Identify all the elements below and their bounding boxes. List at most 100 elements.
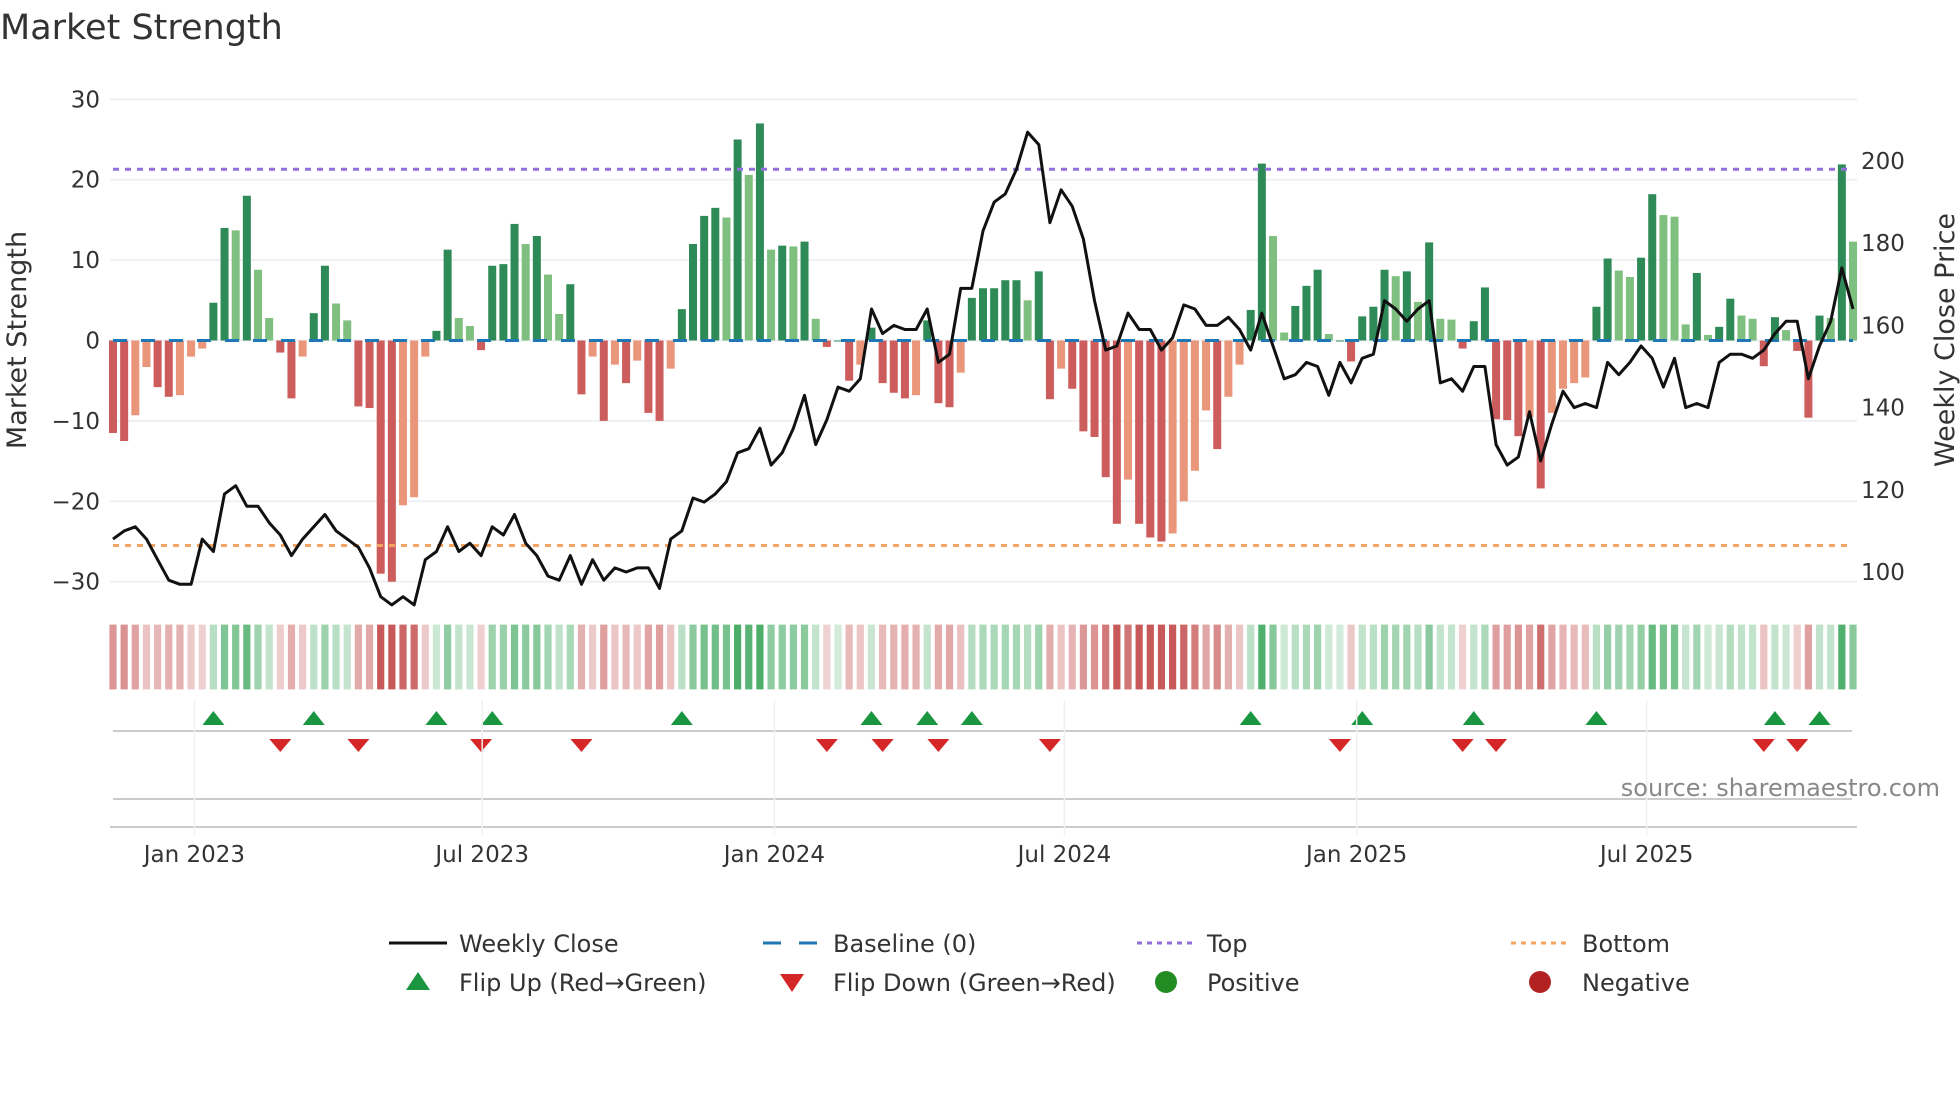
heat-cell: [1000, 623, 1011, 691]
heat-cell: [253, 623, 263, 691]
flip-down-marker: [1752, 739, 1775, 752]
flip-up-marker: [1351, 711, 1374, 725]
heat-cell: [1468, 623, 1479, 691]
heat-cell: [967, 623, 977, 691]
strength-bar: [164, 340, 173, 397]
heat-cell: [1837, 623, 1847, 691]
legend-label: Negative: [1582, 969, 1690, 997]
strength-bar: [1235, 340, 1244, 365]
strength-bar: [421, 340, 430, 357]
strength-bar: [767, 249, 776, 341]
strength-bar: [800, 241, 809, 341]
heat-cell: [509, 623, 520, 691]
strength-bar: [1068, 340, 1077, 389]
heat-cell: [175, 623, 185, 691]
strength-bar: [532, 235, 541, 341]
strength-bar: [1625, 276, 1634, 341]
heat-cell: [1312, 623, 1323, 691]
y-tick-label: 20: [71, 168, 100, 194]
heat-cell: [1480, 623, 1490, 691]
heat-cell: [1357, 623, 1368, 691]
heat-cell: [1134, 623, 1144, 691]
strength-bar: [142, 340, 151, 368]
heat-cell: [1758, 623, 1769, 691]
circle-icon: [1155, 971, 1177, 993]
heat-cell: [1792, 623, 1803, 691]
strength-bar: [1090, 340, 1099, 437]
strength-bar: [1837, 164, 1846, 341]
legend-label: Bottom: [1582, 930, 1670, 958]
y-axis-ticks: 30 20 10 0 −10 −20 −30: [51, 87, 100, 595]
strength-bar: [700, 215, 709, 341]
heat-cell: [1056, 623, 1066, 691]
heat-cell: [409, 623, 419, 691]
strength-bar: [1057, 340, 1066, 369]
chart-title: Market Strength: [0, 8, 283, 48]
strength-bar: [1782, 330, 1791, 341]
heat-cell: [1558, 623, 1568, 691]
heat-cell: [1647, 623, 1658, 691]
flip-down-marker: [570, 739, 593, 752]
heat-cell: [1022, 623, 1033, 691]
strength-bar: [1681, 324, 1690, 341]
strength-bar: [577, 340, 586, 395]
heat-cell: [978, 623, 988, 691]
heat-cell: [1770, 623, 1780, 691]
strength-bar: [1213, 340, 1222, 450]
x-tick-label: Jul 2025: [1598, 842, 1694, 868]
heat-cell: [1625, 623, 1635, 691]
heat-cell: [163, 623, 174, 691]
heat-cell: [342, 623, 353, 691]
y2-tick-label: 160: [1861, 313, 1905, 339]
heat-cell: [554, 623, 564, 691]
strength-bar: [187, 340, 196, 357]
heat-cell: [743, 623, 754, 691]
heat-cell: [688, 623, 698, 691]
heat-cell: [1156, 623, 1167, 691]
strength-bar: [220, 227, 229, 341]
heat-cell: [699, 623, 709, 691]
strength-bar: [566, 284, 575, 341]
strength-bar: [1045, 340, 1054, 400]
strength-bar: [231, 230, 240, 341]
strength-bar: [912, 340, 921, 396]
heat-cell: [1212, 623, 1223, 691]
heat-cell: [1112, 623, 1122, 691]
heat-cell: [1234, 623, 1245, 691]
heat-cell: [1424, 623, 1434, 691]
strength-bar: [1592, 306, 1601, 341]
market-strength-chart: Market Strength 3020100−10−20−30 2001801…: [0, 8, 1960, 997]
y-tick-label: 30: [71, 87, 100, 113]
heat-cell: [1803, 623, 1814, 691]
heat-cell: [242, 623, 252, 691]
flip-down-marker: [815, 739, 838, 752]
heat-cell: [587, 623, 598, 691]
flip-up-marker: [1462, 711, 1485, 725]
strength-bar: [153, 340, 162, 388]
strength-bar: [599, 340, 608, 421]
legend-label: Flip Up (Red→Green): [459, 969, 707, 997]
flip-down-marker: [1786, 739, 1809, 752]
y2-tick-label: 140: [1861, 396, 1905, 422]
heat-cell: [1547, 623, 1557, 691]
y-tick-label: 0: [85, 329, 100, 355]
heat-cell: [1100, 623, 1111, 691]
heat-cell: [755, 623, 765, 691]
heat-cell: [1613, 623, 1624, 691]
heat-cell: [1502, 623, 1513, 691]
strength-bar: [1280, 332, 1289, 341]
heat-cell: [1446, 623, 1457, 691]
strength-bar: [1536, 340, 1545, 489]
strength-bar: [1001, 280, 1010, 341]
circle-icon: [1529, 971, 1551, 993]
heat-cell: [1045, 623, 1055, 691]
flip-down-marker: [1038, 739, 1061, 752]
strength-bar: [789, 246, 798, 341]
flip-down-marker: [347, 739, 370, 752]
heat-cell: [855, 623, 866, 691]
legend-label: Flip Down (Green→Red): [833, 969, 1116, 997]
x-axis-ticks: Jan 2023 Jul 2023 Jan 2024 Jul 2024 Jan 2025…: [142, 700, 1694, 868]
heat-cell: [677, 623, 687, 691]
heat-cell: [420, 623, 431, 691]
heat-cell: [331, 623, 341, 691]
